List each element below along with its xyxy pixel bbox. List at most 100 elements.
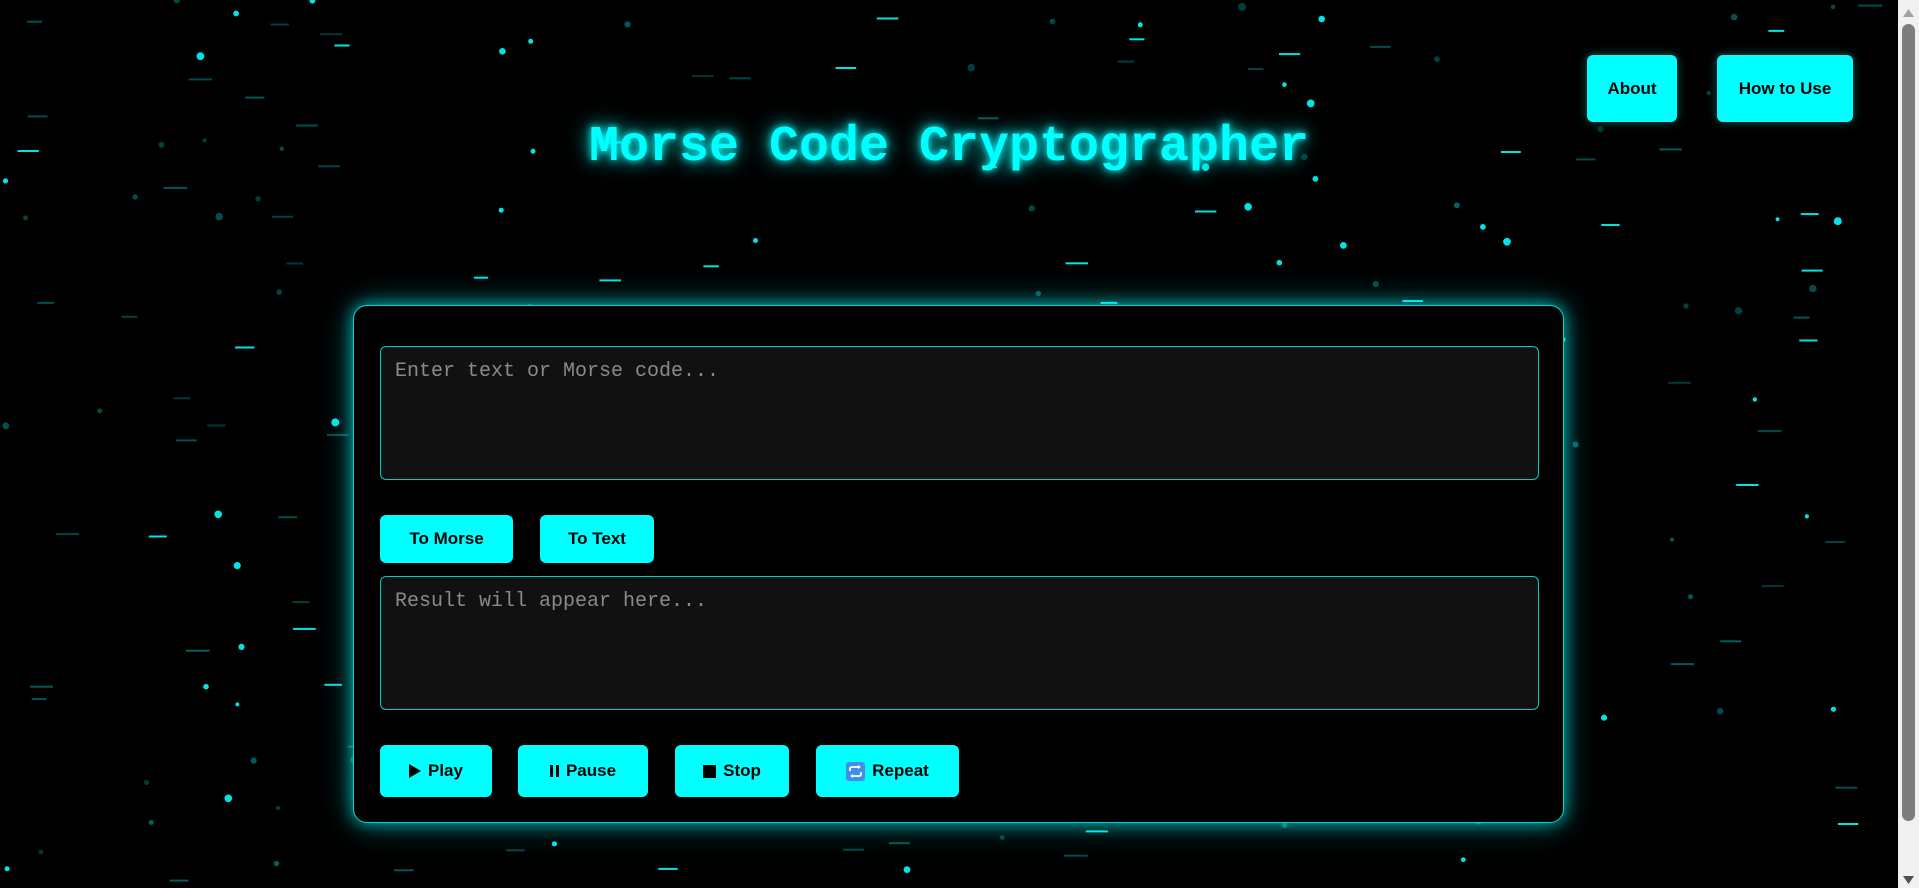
morse-dot-particle [1238, 2, 1247, 11]
morse-dot-particle [214, 510, 222, 519]
repeat-button[interactable]: Repeat [816, 745, 959, 797]
morse-dash-particle [658, 867, 678, 870]
morse-dot-particle [1706, 91, 1711, 96]
morse-dash-particle [1601, 224, 1620, 226]
morse-dash-particle [599, 279, 621, 282]
morse-dash-particle [26, 20, 43, 23]
morse-dash-particle [1720, 640, 1742, 643]
morse-dash-particle [1402, 300, 1423, 302]
morse-dot-particle [1340, 242, 1347, 249]
morse-dash-particle [270, 23, 289, 26]
morse-dot-particle [224, 794, 233, 803]
morse-dash-particle [876, 17, 899, 20]
scrollbar-thumb[interactable] [1902, 24, 1915, 821]
morse-dot-particle [1830, 706, 1836, 712]
morse-dash-particle [324, 683, 342, 686]
to-text-button[interactable]: To Text [540, 515, 654, 563]
morse-dash-particle [286, 262, 303, 265]
morse-dot-particle [1372, 281, 1379, 288]
morse-dash-particle [1835, 786, 1858, 789]
morse-dot-particle [551, 841, 558, 847]
morse-dot-particle [273, 860, 280, 867]
morse-dash-particle [1247, 68, 1264, 70]
morse-dash-particle [31, 698, 47, 701]
morse-dot-particle [235, 702, 240, 707]
morse-dot-particle [1028, 205, 1036, 212]
morse-dash-particle [169, 879, 189, 882]
about-button[interactable]: About [1587, 55, 1677, 122]
morse-dot-particle [498, 207, 504, 213]
morse-dash-particle [292, 601, 310, 604]
page-scrollbar[interactable] [1898, 0, 1919, 888]
morse-dash-particle [293, 627, 316, 630]
morse-dot-particle [1137, 22, 1143, 28]
morse-dot-particle [1244, 203, 1252, 211]
morse-dash-particle [473, 276, 488, 279]
morse-dash-particle [30, 685, 53, 688]
scroll-down-arrow-icon[interactable] [1903, 871, 1914, 888]
morse-dot-particle [499, 48, 506, 55]
morse-dash-particle [1757, 430, 1782, 433]
morse-dash-particle [1063, 854, 1088, 857]
morse-dash-particle [1793, 316, 1810, 319]
morse-dash-particle [1825, 541, 1845, 543]
morse-dot-particle [238, 643, 245, 651]
morse-dash-particle [173, 397, 191, 400]
morse-dot-particle [1833, 217, 1842, 226]
morse-dash-particle [843, 848, 864, 851]
morse-dot-particle [233, 562, 241, 570]
morse-dash-particle [1117, 60, 1135, 63]
morse-dot-particle [309, 0, 316, 4]
morse-dash-particle [729, 77, 751, 80]
morse-dash-particle [691, 75, 714, 78]
scroll-up-arrow-icon[interactable] [1903, 4, 1914, 22]
text-input-field[interactable] [380, 346, 1539, 480]
to-morse-button[interactable]: To Morse [380, 515, 513, 563]
morse-dash-particle [37, 301, 55, 304]
morse-dash-particle [186, 649, 210, 652]
morse-dash-particle [175, 439, 197, 442]
morse-dot-particle [275, 805, 280, 811]
morse-dash-particle [327, 434, 349, 436]
morse-dot-particle [233, 10, 240, 17]
morse-dot-particle [38, 849, 44, 855]
morse-dot-particle [1503, 237, 1511, 246]
morse-dot-particle [1752, 397, 1758, 402]
pause-button[interactable]: Pause [518, 745, 648, 797]
morse-dot-particle [528, 38, 534, 44]
morse-dot-particle [1049, 18, 1056, 25]
stop-button[interactable]: Stop [675, 745, 789, 797]
morse-dot-particle [624, 21, 631, 28]
repeat-label: Repeat [872, 761, 929, 780]
pause-icon [549, 765, 559, 777]
morse-dot-particle [132, 194, 138, 200]
morse-dot-particle [4, 866, 10, 872]
morse-dot-particle [143, 779, 150, 786]
morse-dot-particle [1804, 514, 1809, 519]
morse-dash-particle [1800, 213, 1819, 216]
morse-dash-particle [1801, 269, 1823, 272]
morse-dot-particle [1306, 99, 1315, 108]
morse-dot-particle [203, 683, 209, 690]
stop-label: Stop [723, 761, 761, 780]
how-to-use-button[interactable]: How to Use [1717, 55, 1853, 122]
morse-dash-particle [1799, 339, 1818, 342]
page-root: About How to Use Morse Code Cryptographe… [0, 0, 1919, 888]
morse-dash-particle [1100, 301, 1118, 304]
result-output-field[interactable] [380, 576, 1539, 710]
morse-dash-particle [1736, 484, 1759, 486]
morse-dot-particle [1670, 537, 1674, 542]
morse-dot-particle [1480, 224, 1486, 230]
morse-dash-particle [1761, 585, 1784, 587]
morse-dot-particle [1282, 822, 1288, 828]
page-title: Morse Code Cryptographer [588, 119, 1310, 176]
stop-icon [703, 764, 717, 778]
morse-dot-particle [255, 196, 261, 202]
morse-dot-particle [1318, 15, 1325, 23]
morse-dash-particle [1085, 830, 1108, 833]
play-button[interactable]: Play [380, 745, 492, 797]
morse-dash-particle [272, 215, 294, 218]
morse-dot-particle [1460, 857, 1466, 863]
morse-dot-particle [967, 63, 976, 72]
morse-dot-particle [1688, 594, 1694, 600]
